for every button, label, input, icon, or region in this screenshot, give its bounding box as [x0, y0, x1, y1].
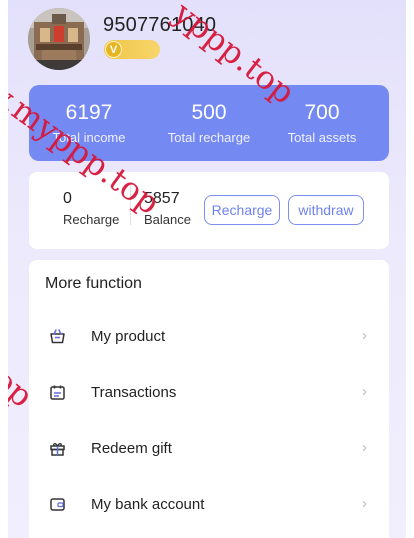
stat-value: 500 — [191, 101, 227, 124]
chevron-right-icon: › — [362, 327, 367, 344]
vip-badge: V — [104, 40, 160, 59]
function-item-my-product[interactable]: My product › — [29, 311, 389, 361]
avatar-temple-image — [28, 8, 90, 70]
user-phone: 9507761040 — [103, 14, 217, 36]
chevron-right-icon: › — [362, 383, 367, 400]
function-item-label: Redeem gift — [91, 440, 172, 457]
divider — [130, 185, 131, 225]
stat-value: 700 — [304, 101, 340, 124]
profile-page: 9507761040 V 6197 Total income 500 Total… — [8, 0, 406, 538]
chevron-right-icon: › — [362, 439, 367, 456]
wallet-icon — [49, 496, 66, 513]
function-item-label: My bank account — [91, 496, 205, 513]
balance-value: 5857 — [144, 190, 180, 207]
function-item-label: Transactions — [91, 384, 177, 401]
stat-value: 6197 — [65, 101, 113, 124]
withdraw-button[interactable]: withdraw — [288, 195, 364, 225]
gift-icon — [49, 440, 66, 457]
stat-label: Total income — [52, 130, 126, 145]
balance-amount: 5857 Balance — [144, 190, 191, 227]
recharge-amount: 0 Recharge — [63, 190, 119, 227]
stat-label: Total assets — [287, 130, 357, 145]
check-coin-icon: V — [105, 41, 122, 58]
more-function-card: More function My product › Transactions … — [29, 260, 389, 538]
avatar[interactable] — [28, 8, 90, 70]
chevron-right-icon: › — [362, 495, 367, 512]
stats-card: 6197 Total income 500 Total recharge 700… — [29, 85, 389, 161]
stat-label: Total recharge — [167, 130, 251, 145]
function-item-transactions[interactable]: Transactions › — [29, 367, 389, 417]
recharge-button[interactable]: Recharge — [204, 195, 280, 225]
function-item-label: My product — [91, 328, 166, 345]
function-item-my-bank-account[interactable]: My bank account › — [29, 479, 389, 529]
basket-icon — [49, 328, 66, 345]
recharge-label: Recharge — [63, 212, 120, 227]
more-function-title: More function — [45, 275, 142, 292]
balance-card: 0 Recharge 5857 Balance Recharge withdra… — [29, 172, 389, 249]
recharge-value: 0 — [63, 190, 72, 207]
function-item-redeem-gift[interactable]: Redeem gift › — [29, 423, 389, 473]
calendar-icon — [49, 384, 66, 401]
balance-label: Balance — [144, 212, 191, 227]
